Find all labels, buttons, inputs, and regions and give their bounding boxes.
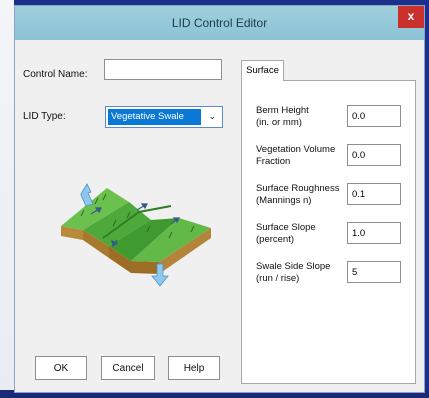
tab-surface[interactable]: Surface: [241, 60, 284, 81]
control-name-input[interactable]: [104, 59, 222, 80]
vegetation-volume-fraction-input[interactable]: [347, 144, 401, 166]
background-strip: [0, 0, 14, 398]
lid-type-select[interactable]: Vegetative Swale ⌄: [105, 106, 223, 128]
berm-height-label: Berm Height (in. or mm): [256, 105, 309, 128]
cancel-button[interactable]: Cancel: [101, 356, 155, 380]
swale-side-slope-label: Swale Side Slope (run / rise): [256, 261, 331, 284]
ok-button[interactable]: OK: [35, 356, 87, 380]
surface-slope-input[interactable]: [347, 222, 401, 244]
title-bar[interactable]: LID Control Editor x: [15, 6, 424, 40]
vegetative-swale-icon: [61, 183, 211, 287]
lid-control-editor-window: LID Control Editor x Control Name: LID T…: [14, 5, 425, 393]
swale-side-slope-input[interactable]: [347, 261, 401, 283]
berm-height-input[interactable]: [347, 105, 401, 127]
surface-slope-label: Surface Slope (percent): [256, 222, 316, 245]
vegetation-volume-fraction-label: Vegetation Volume Fraction: [256, 144, 336, 167]
surface-roughness-label: Surface Roughness (Mannings n): [256, 183, 340, 206]
control-name-label: Control Name:: [23, 69, 88, 80]
help-button[interactable]: Help: [168, 356, 220, 380]
surface-roughness-input[interactable]: [347, 183, 401, 205]
window-title: LID Control Editor: [171, 16, 268, 30]
chevron-down-icon[interactable]: ⌄: [208, 111, 216, 122]
lid-type-selected-value: Vegetative Swale: [108, 109, 201, 125]
surface-tab-panel: Berm Height(in. or mm) Vegetation Volume…: [241, 80, 416, 384]
close-button[interactable]: x: [398, 6, 424, 28]
lid-type-label: LID Type:: [23, 111, 66, 122]
